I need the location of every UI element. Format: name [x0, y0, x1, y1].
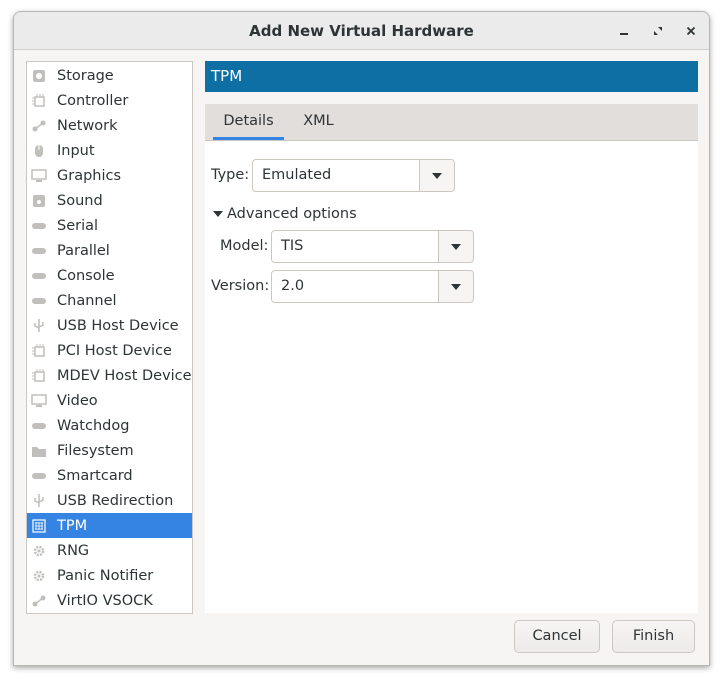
sidebar-item-label: USB Host Device: [57, 317, 179, 334]
finish-button[interactable]: Finish: [612, 620, 695, 653]
type-label: Type:: [211, 167, 250, 183]
sidebar-item-label: PCI Host Device: [57, 342, 172, 359]
sidebar-item-label: Serial: [57, 217, 99, 234]
sidebar-item-label: Network: [57, 117, 118, 134]
sidebar-item-usb-redirection[interactable]: USB Redirection: [27, 488, 192, 513]
mouse-icon: [31, 143, 47, 159]
sidebar-item-channel[interactable]: Channel: [27, 288, 192, 313]
sidebar-item-label: Channel: [57, 292, 117, 309]
tpm-icon: [31, 518, 47, 534]
sidebar-item-parallel[interactable]: Parallel: [27, 238, 192, 263]
triangle-down-icon: [213, 211, 223, 217]
sidebar-item-label: Watchdog: [57, 417, 130, 434]
sidebar-item-smartcard[interactable]: Smartcard: [27, 463, 192, 488]
sidebar-item-video[interactable]: Video: [27, 388, 192, 413]
sidebar-item-pci-host-device[interactable]: PCI Host Device: [27, 338, 192, 363]
sidebar-item-label: Video: [57, 392, 98, 409]
usb-icon: [31, 318, 47, 334]
version-value: 2.0: [281, 278, 305, 294]
tab-details[interactable]: Details: [213, 104, 284, 140]
sidebar-item-label: USB Redirection: [57, 492, 174, 509]
channel-icon: [31, 293, 47, 309]
video-icon: [31, 393, 47, 409]
sidebar-item-sound[interactable]: Sound: [27, 188, 192, 213]
sidebar-item-serial[interactable]: Serial: [27, 213, 192, 238]
sidebar-item-panic-notifier[interactable]: Panic Notifier: [27, 563, 192, 588]
network-icon: [31, 593, 47, 609]
pci-icon: [31, 343, 47, 359]
sidebar-item-label: Panic Notifier: [57, 567, 154, 584]
type-value: Emulated: [262, 167, 332, 183]
smartcard-icon: [31, 468, 47, 484]
monitor-icon: [31, 168, 47, 184]
tab-xml-label: XML: [303, 113, 334, 129]
cancel-button[interactable]: Cancel: [514, 620, 600, 653]
close-icon[interactable]: [681, 21, 701, 41]
sidebar-item-label: TPM: [57, 517, 88, 534]
sidebar-item-console[interactable]: Console: [27, 263, 192, 288]
sidebar-item-network[interactable]: Network: [27, 113, 192, 138]
disk-icon: [31, 68, 47, 84]
model-select[interactable]: TIS: [271, 230, 474, 263]
sidebar-item-label: Storage: [57, 67, 114, 84]
gear-icon: [31, 543, 47, 559]
sidebar-item-label: Controller: [57, 92, 129, 109]
sidebar-item-tpm[interactable]: TPM: [27, 513, 192, 538]
tab-bar: Details XML: [205, 104, 698, 141]
sidebar-item-virtio-vsock[interactable]: VirtIO VSOCK: [27, 588, 192, 613]
network-icon: [31, 118, 47, 134]
sidebar-item-input[interactable]: Input: [27, 138, 192, 163]
console-icon: [31, 268, 47, 284]
watchdog-icon: [31, 418, 47, 434]
model-value: TIS: [281, 238, 304, 254]
minimize-icon[interactable]: [614, 21, 634, 41]
chevron-down-icon[interactable]: [438, 271, 473, 302]
sidebar-item-usb-host-device[interactable]: USB Host Device: [27, 313, 192, 338]
advanced-options-expander[interactable]: Advanced options: [213, 206, 357, 222]
advanced-options-label: Advanced options: [227, 206, 357, 222]
sidebar-item-storage[interactable]: Storage: [27, 63, 192, 88]
page-title: TPM: [205, 61, 698, 92]
serial-port-icon: [31, 218, 47, 234]
hardware-list[interactable]: Storage Controller Network Input Graphics Sou…: [26, 61, 193, 614]
window-title: Add New Virtual Hardware: [249, 22, 474, 40]
sidebar-item-mdev-host-device[interactable]: MDEV Host Device: [27, 363, 192, 388]
sidebar-item-label: Filesystem: [57, 442, 134, 459]
sidebar-item-graphics[interactable]: Graphics: [27, 163, 192, 188]
sidebar-item-rng[interactable]: RNG: [27, 538, 192, 563]
chip-icon: [31, 93, 47, 109]
type-select[interactable]: Emulated: [252, 159, 455, 192]
chevron-down-icon[interactable]: [438, 231, 473, 262]
sidebar-item-label: Smartcard: [57, 467, 133, 484]
gear-icon: [31, 568, 47, 584]
chevron-down-icon[interactable]: [419, 160, 454, 191]
sidebar-item-label: VirtIO VSOCK: [57, 592, 153, 609]
version-select[interactable]: 2.0: [271, 270, 474, 303]
dialog-window: Add New Virtual Hardware Storage Controll…: [13, 11, 710, 666]
sidebar-item-label: Parallel: [57, 242, 110, 259]
sidebar-item-filesystem[interactable]: Filesystem: [27, 438, 192, 463]
sidebar-item-label: Sound: [57, 192, 103, 209]
version-label: Version:: [211, 278, 270, 294]
mdev-icon: [31, 368, 47, 384]
folder-icon: [31, 443, 47, 459]
details-panel: TPM Details XML Type: Emulated Advanced …: [205, 61, 698, 614]
maximize-icon[interactable]: [648, 21, 668, 41]
sidebar-item-label: RNG: [57, 542, 90, 559]
model-label: Model:: [220, 238, 269, 254]
sidebar-item-label: Graphics: [57, 167, 122, 184]
sidebar-item-label: Console: [57, 267, 115, 284]
sidebar-item-watchdog[interactable]: Watchdog: [27, 413, 192, 438]
tab-details-label: Details: [223, 113, 274, 129]
title-bar[interactable]: Add New Virtual Hardware: [14, 12, 709, 50]
sidebar-item-controller[interactable]: Controller: [27, 88, 192, 113]
tab-content: Details XML Type: Emulated Advanced opti…: [205, 104, 698, 613]
usb-redirection-icon: [31, 493, 47, 509]
tab-xml[interactable]: XML: [291, 104, 346, 140]
parallel-port-icon: [31, 243, 47, 259]
sidebar-item-label: Input: [57, 142, 95, 159]
sound-icon: [31, 193, 47, 209]
sidebar-item-label: MDEV Host Device: [57, 367, 192, 384]
